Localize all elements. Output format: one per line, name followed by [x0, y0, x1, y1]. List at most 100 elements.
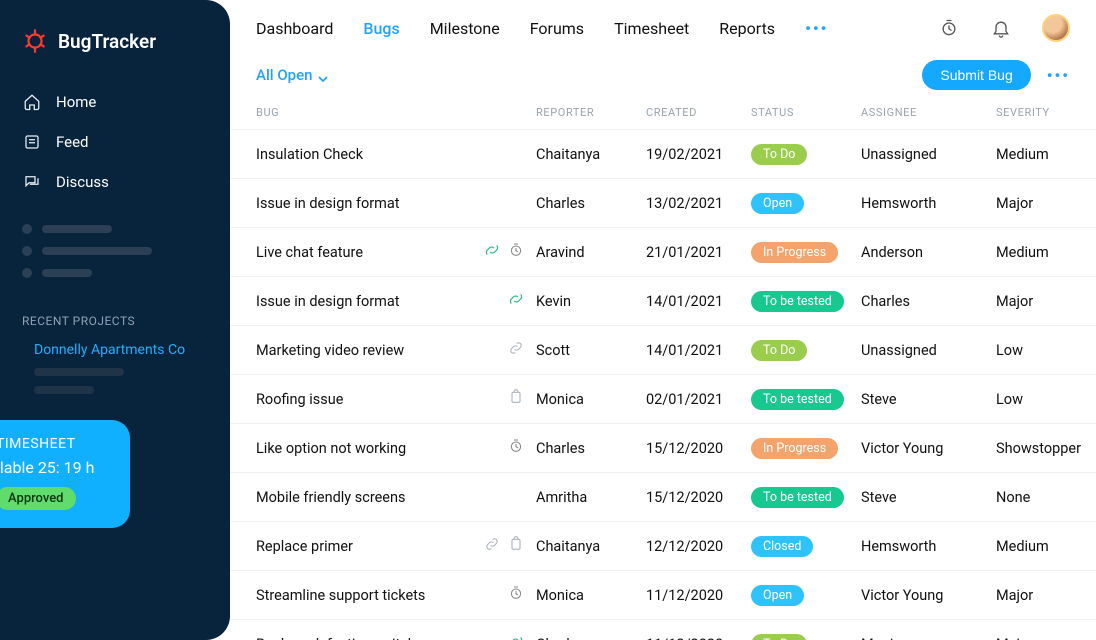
reporter-cell: Chaitanya: [536, 146, 646, 163]
col-status: STATUS: [751, 106, 861, 119]
discuss-icon: [22, 172, 42, 192]
timesheet-card[interactable]: TIMESHEET llable 25: 19 h Approved: [0, 420, 130, 528]
brand-name: BugTracker: [58, 30, 156, 53]
avatar[interactable]: [1042, 14, 1070, 42]
created-cell: 13/02/2021: [646, 195, 751, 212]
sidebar-item-discuss[interactable]: Discuss: [0, 162, 230, 202]
tab-bugs[interactable]: Bugs: [363, 19, 399, 38]
severity-cell: Showstopper: [996, 440, 1096, 457]
table-row[interactable]: Mobile friendly screensAmritha15/12/2020…: [230, 472, 1096, 521]
top-nav: Dashboard Bugs Milestone Forums Timeshee…: [230, 0, 1096, 50]
status-badge: Open: [751, 585, 804, 606]
feed-icon: [22, 132, 42, 152]
tab-reports[interactable]: Reports: [719, 19, 775, 38]
reporter-cell: Charles: [536, 195, 646, 212]
reporter-cell: Aravind: [536, 244, 646, 261]
bug-title: Marketing video review: [256, 342, 404, 359]
created-cell: 21/01/2021: [646, 244, 751, 261]
reporter-cell: Monica: [536, 587, 646, 604]
status-badge: In Progress: [751, 242, 838, 263]
severity-cell: Low: [996, 342, 1096, 359]
reporter-cell: Charles: [536, 440, 646, 457]
created-cell: 19/02/2021: [646, 146, 751, 163]
home-icon: [22, 92, 42, 112]
tab-more-icon[interactable]: •••: [805, 19, 828, 38]
table-row[interactable]: Replace defective switches Charles11/12/2…: [230, 619, 1096, 640]
submit-bug-button[interactable]: Submit Bug: [922, 60, 1030, 90]
list-more-icon[interactable]: •••: [1047, 66, 1070, 85]
sidebar-item-home[interactable]: Home: [0, 82, 230, 122]
bug-title: Issue in design format: [256, 195, 400, 212]
filter-dropdown[interactable]: All Open: [256, 66, 328, 84]
reporter-cell: Kevin: [536, 293, 646, 310]
severity-cell: Medium: [996, 538, 1096, 555]
bug-title: Issue in design format: [256, 293, 400, 310]
timesheet-status-badge: Approved: [0, 487, 76, 510]
tab-milestone[interactable]: Milestone: [430, 19, 500, 38]
recent-project-placeholder: [0, 364, 230, 382]
main-panel: Dashboard Bugs Milestone Forums Timeshee…: [230, 0, 1096, 640]
bug-title: Mobile friendly screens: [256, 489, 405, 506]
table-row[interactable]: Replace primerChaitanya12/12/2020ClosedH…: [230, 521, 1096, 570]
timesheet-time: llable 25: 19 h: [0, 458, 116, 477]
link-icon: [508, 634, 524, 640]
severity-cell: None: [996, 489, 1096, 506]
table-row[interactable]: Marketing video reviewScott14/01/2021To …: [230, 325, 1096, 374]
assignee-cell: Monica: [861, 636, 996, 640]
table-row[interactable]: Live chat feature Aravind21/01/2021In Pro…: [230, 227, 1096, 276]
status-badge: Open: [751, 193, 804, 214]
table-row[interactable]: Streamline support ticketsMonica11/12/20…: [230, 570, 1096, 619]
assignee-cell: Victor Young: [861, 440, 996, 457]
assignee-cell: Steve: [861, 489, 996, 506]
recent-project-item[interactable]: Donnelly Apartments Co: [0, 338, 230, 364]
sidebar-item-label: Home: [56, 93, 96, 111]
created-cell: 14/01/2021: [646, 293, 751, 310]
created-cell: 02/01/2021: [646, 391, 751, 408]
severity-cell: Major: [996, 636, 1096, 640]
status-badge: To be tested: [751, 487, 844, 508]
bug-title: Replace primer: [256, 538, 353, 555]
reporter-cell: Charles: [536, 636, 646, 640]
table-row[interactable]: Like option not workingCharles15/12/2020…: [230, 423, 1096, 472]
timer-icon: [508, 242, 524, 262]
tab-forums[interactable]: Forums: [530, 19, 584, 38]
status-badge: Closed: [751, 536, 813, 557]
created-cell: 12/12/2020: [646, 538, 751, 555]
col-severity: SEVERITY: [996, 106, 1096, 119]
reporter-cell: Chaitanya: [536, 538, 646, 555]
status-badge: To Do: [751, 340, 807, 361]
bug-title: Replace defective switches: [256, 636, 431, 640]
sidebar-item-feed[interactable]: Feed: [0, 122, 230, 162]
status-badge: To Do: [751, 634, 807, 640]
table-row[interactable]: Insulation Check Chaitanya19/02/2021To Do…: [230, 129, 1096, 178]
chain-icon: [484, 536, 500, 556]
tab-timesheet[interactable]: Timesheet: [614, 19, 689, 38]
table-row[interactable]: Issue in design format Charles13/02/2021O…: [230, 178, 1096, 227]
severity-cell: Low: [996, 391, 1096, 408]
col-bug: BUG: [256, 106, 536, 119]
sidebar: BugTracker Home Feed Discuss RECENT PROJ…: [0, 0, 230, 640]
severity-cell: Medium: [996, 146, 1096, 163]
created-cell: 11/12/2020: [646, 636, 751, 640]
filter-label-text: All Open: [256, 66, 312, 84]
severity-cell: Major: [996, 587, 1096, 604]
link-icon: [508, 291, 524, 311]
tab-dashboard[interactable]: Dashboard: [256, 19, 333, 38]
timesheet-title: TIMESHEET: [0, 436, 116, 452]
bug-title: Insulation Check: [256, 146, 363, 163]
sidebar-item-label: Discuss: [56, 173, 109, 191]
table-row[interactable]: Roofing issueMonica02/01/2021To be teste…: [230, 374, 1096, 423]
severity-cell: Medium: [996, 244, 1096, 261]
created-cell: 15/12/2020: [646, 489, 751, 506]
link-icon: [484, 242, 500, 262]
bug-title: Live chat feature: [256, 244, 363, 261]
bell-icon[interactable]: [990, 17, 1012, 39]
assignee-cell: Victor Young: [861, 587, 996, 604]
status-badge: To Do: [751, 144, 807, 165]
bug-title: Roofing issue: [256, 391, 343, 408]
timer-icon[interactable]: [938, 17, 960, 39]
reporter-cell: Monica: [536, 391, 646, 408]
bug-title: Streamline support tickets: [256, 587, 425, 604]
table-row[interactable]: Issue in design formatKevin14/01/2021To …: [230, 276, 1096, 325]
col-reporter: REPORTER: [536, 106, 646, 119]
